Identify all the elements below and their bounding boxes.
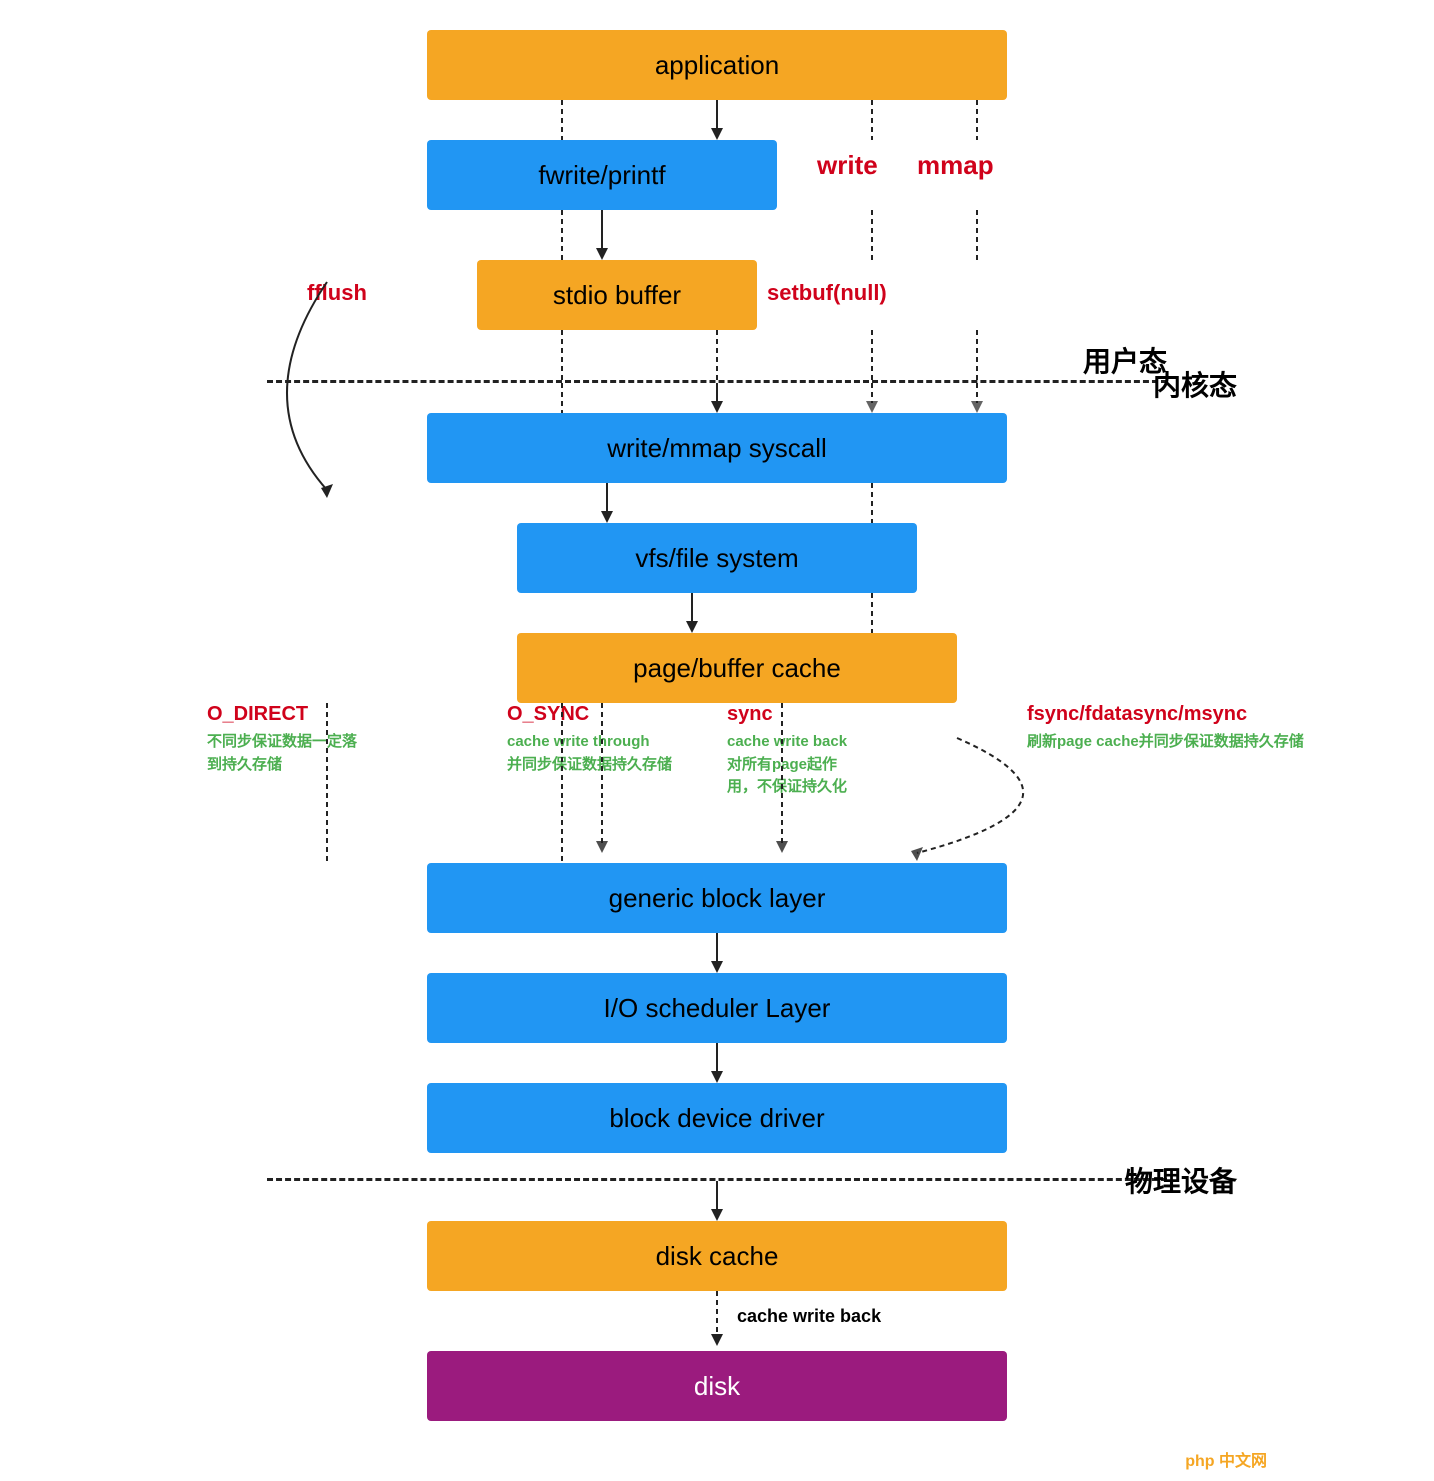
fwrite-label: fwrite/printf [538, 160, 665, 191]
fwrite-block: fwrite/printf [427, 140, 777, 210]
page-buffer-cache-block: page/buffer cache [517, 633, 957, 703]
cache-write-back-bottom-label: cache write back [737, 1306, 881, 1327]
vfs-block: vfs/file system [517, 523, 917, 593]
application-block: application [427, 30, 1007, 100]
physical-device-label: 物理设备 [1125, 1160, 1237, 1200]
diagram-container: application fwrite/printf write mmap [167, 0, 1267, 1481]
o-sync-annotation: O_SYNC cache write through并同步保证数据持久存储 [507, 703, 707, 776]
disk-cache-label: disk cache [656, 1241, 779, 1272]
mmap-label: mmap [917, 150, 994, 181]
o-direct-desc: 不同步保证数据一定落到持久存储 [207, 731, 407, 776]
physical-device-divider [267, 1178, 1167, 1181]
fsync-label: fsync/fdatasync/msync [1027, 703, 1337, 726]
application-label: application [655, 50, 779, 81]
write-label: write [817, 150, 878, 181]
vfs-label: vfs/file system [635, 543, 798, 574]
write-syscall-block: write/mmap syscall [427, 413, 1007, 483]
write-syscall-label: write/mmap syscall [607, 433, 827, 464]
generic-block-layer-block: generic block layer [427, 863, 1007, 933]
o-sync-label: O_SYNC [507, 703, 707, 726]
cache-write-back-label: cache write back对所有page起作用，不保证持久化 [727, 731, 907, 799]
stdio-buffer-block: stdio buffer [477, 260, 757, 330]
sync-label: sync [727, 703, 907, 726]
o-direct-annotation: O_DIRECT 不同步保证数据一定落到持久存储 [207, 703, 407, 776]
disk-label: disk [694, 1371, 740, 1402]
disk-block: disk [427, 1351, 1007, 1421]
fsync-annotation: fsync/fdatasync/msync 刷新page cache并同步保证数… [1027, 703, 1337, 754]
stdio-buffer-label: stdio buffer [553, 280, 681, 311]
setbuf-label: setbuf(null) [767, 280, 887, 306]
block-device-block: block device driver [427, 1083, 1007, 1153]
block-device-label: block device driver [609, 1103, 824, 1134]
generic-block-label: generic block layer [609, 883, 826, 914]
fsync-desc: 刷新page cache并同步保证数据持久存储 [1027, 731, 1337, 754]
o-direct-label: O_DIRECT [207, 703, 407, 726]
page-buffer-cache-label: page/buffer cache [633, 653, 841, 684]
io-scheduler-label: I/O scheduler Layer [604, 993, 831, 1024]
io-scheduler-block: I/O scheduler Layer [427, 973, 1007, 1043]
fflush-label: fflush [307, 280, 367, 306]
watermark: php 中文网 [1185, 1447, 1267, 1471]
cache-write-through-label: cache write through并同步保证数据持久存储 [507, 731, 707, 776]
sync-annotation: sync cache write back对所有page起作用，不保证持久化 [727, 703, 907, 799]
disk-cache-block: disk cache [427, 1221, 1007, 1291]
